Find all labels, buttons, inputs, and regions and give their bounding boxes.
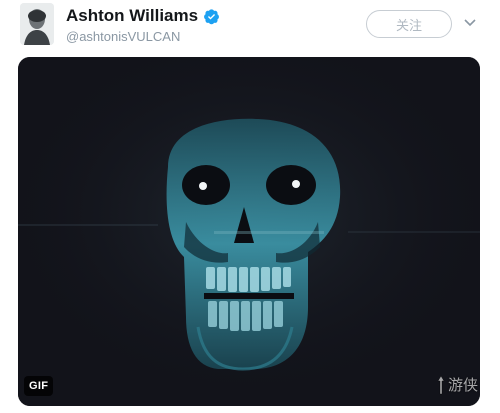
display-name[interactable]: Ashton Williams (66, 6, 198, 26)
chevron-down-icon[interactable] (464, 18, 476, 28)
gif-badge: GIF (24, 376, 54, 396)
watermark-text: 游侠 (448, 376, 479, 394)
user-handle[interactable]: @ashtonisVULCAN (66, 29, 180, 44)
watermark: 游侠 (436, 374, 478, 395)
gif-media[interactable] (18, 57, 480, 406)
name-row: Ashton Williams (66, 6, 220, 26)
verified-badge-icon (203, 8, 220, 25)
follow-button[interactable]: 关注 (366, 10, 452, 38)
skull-image (18, 57, 480, 406)
avatar-portrait-icon (20, 3, 54, 45)
avatar[interactable] (20, 3, 54, 45)
tweet-card: Ashton Williams @ashtonisVULCAN 关注 GIF 游… (0, 0, 500, 413)
watermark-logo-icon (437, 375, 445, 394)
